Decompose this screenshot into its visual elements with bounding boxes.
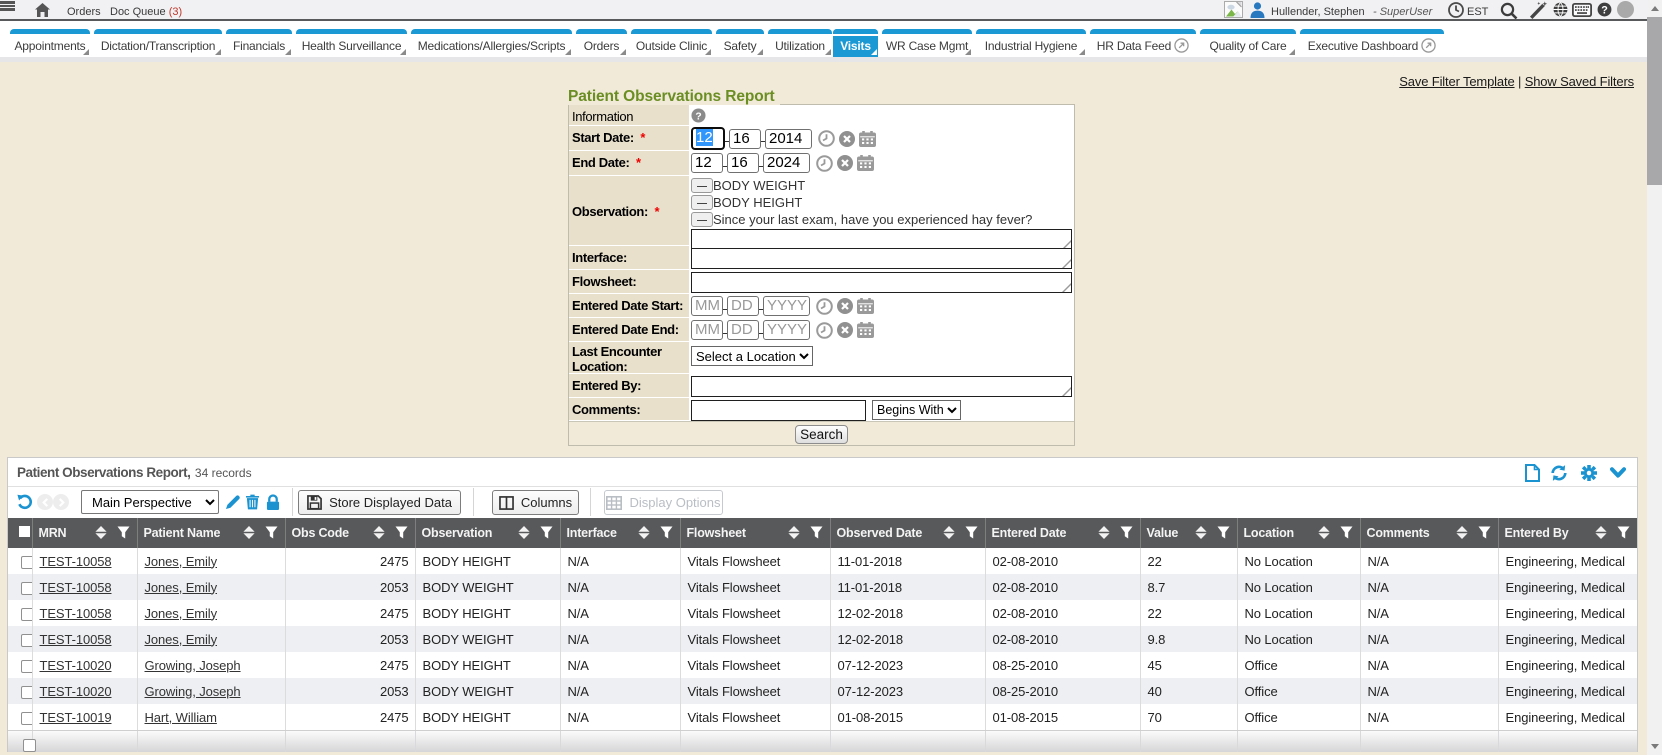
svg-text:?: ? (695, 111, 701, 122)
svg-text:?: ? (1601, 4, 1608, 16)
